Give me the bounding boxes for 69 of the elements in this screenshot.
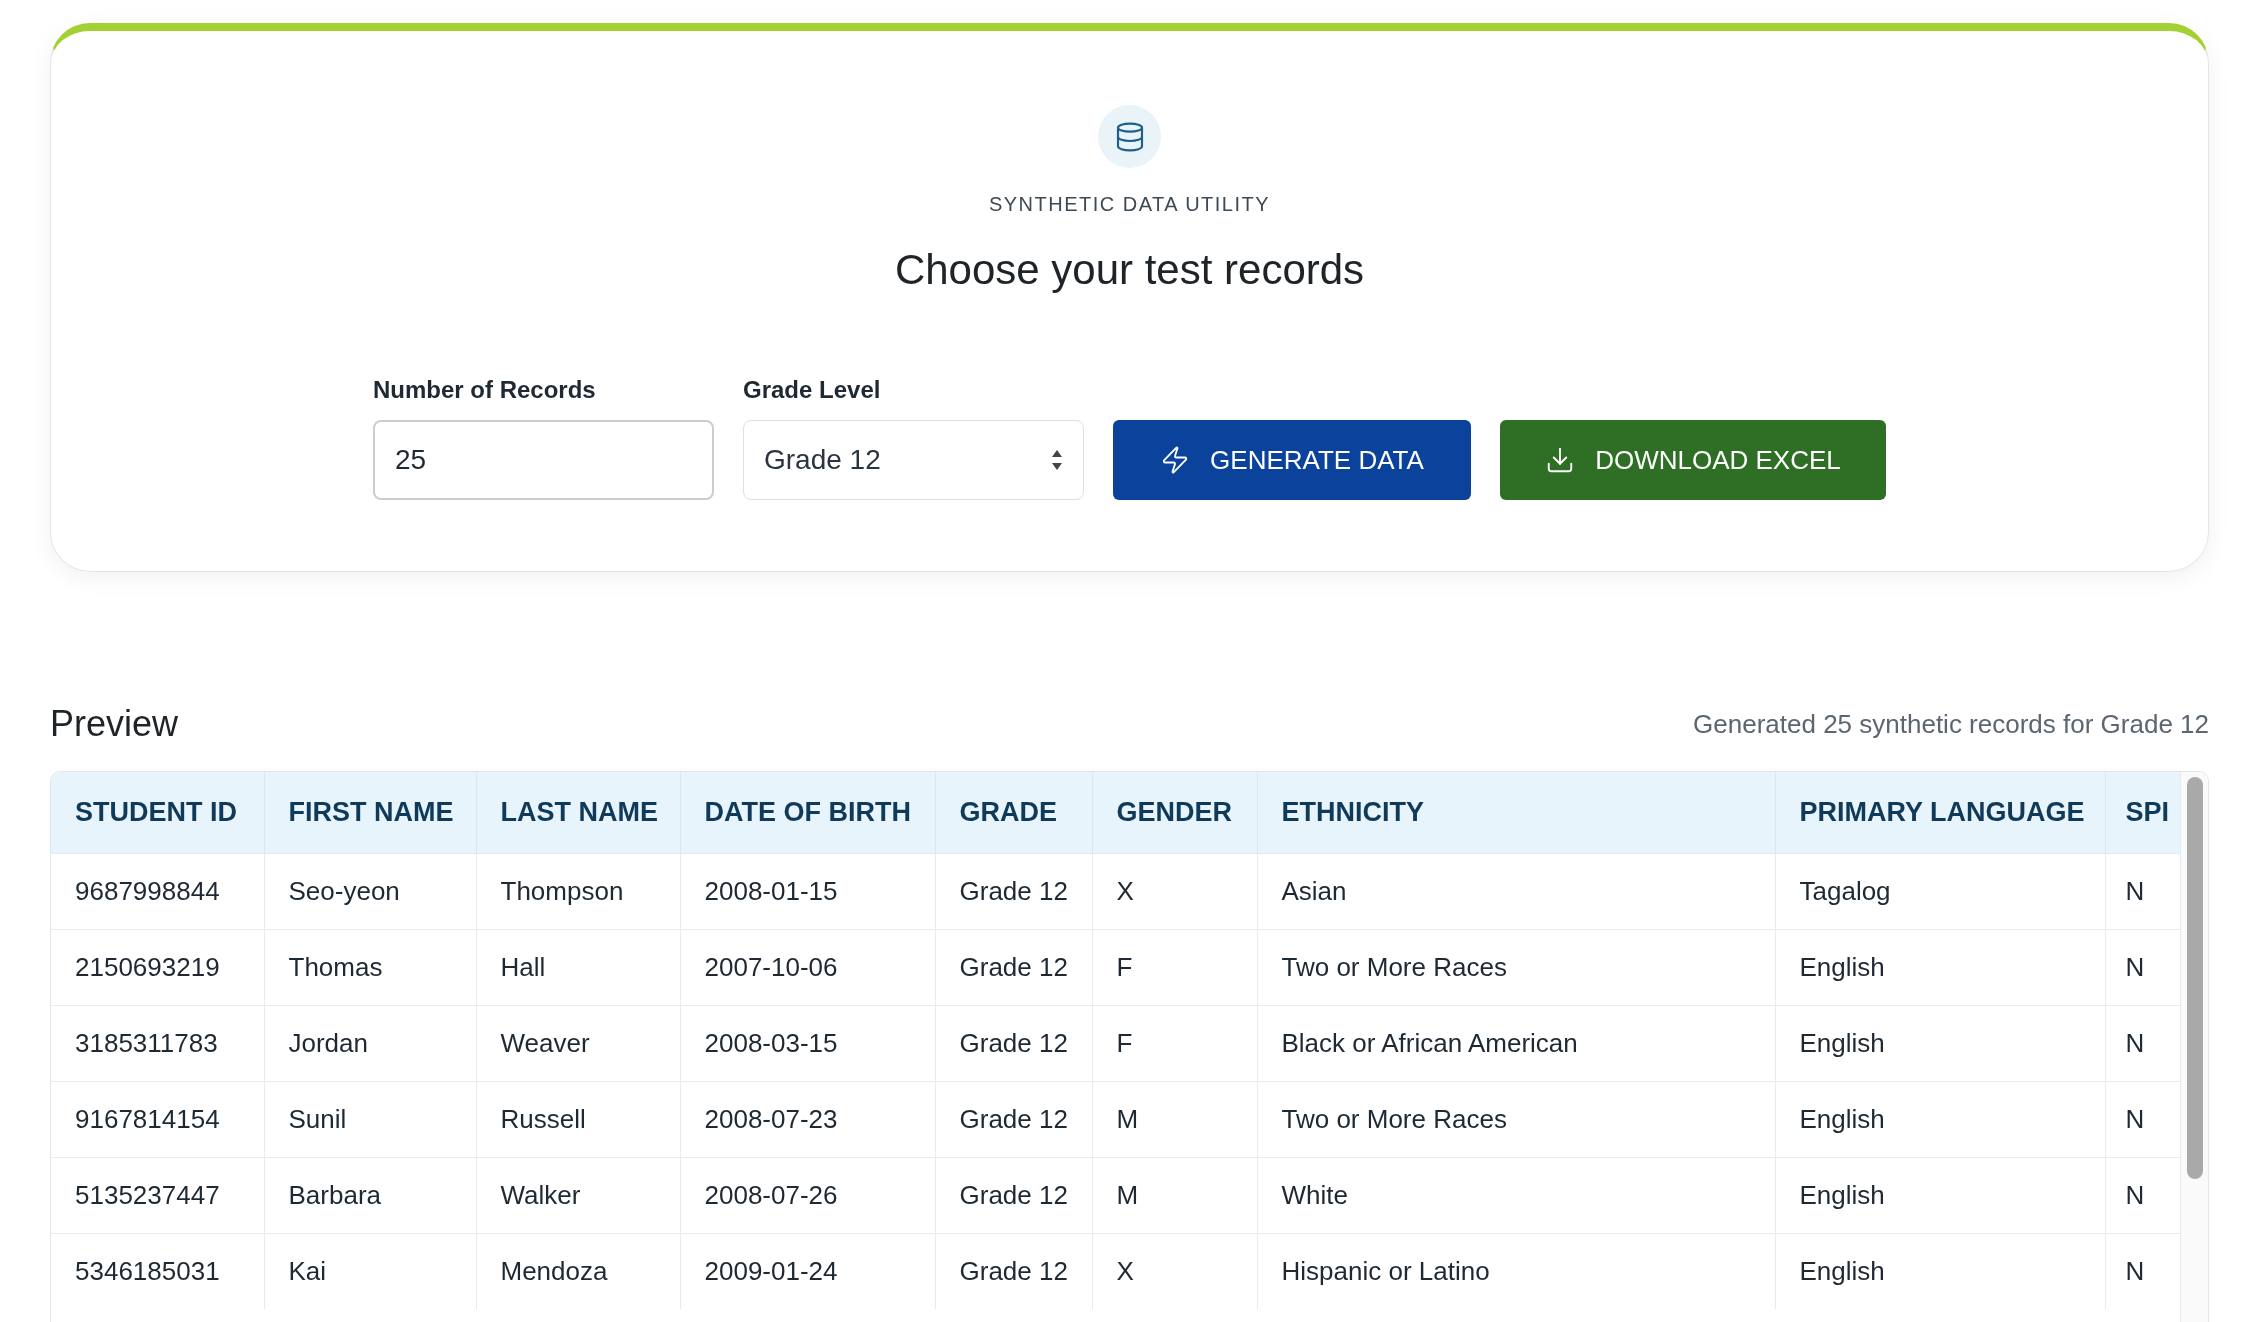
table-cell: M [1092,1157,1257,1233]
eyebrow-label: SYNTHETIC DATA UTILITY [988,192,1271,217]
table-cell: Two or More Races [1257,1081,1775,1157]
table-cell: Grade 12 [935,853,1092,929]
table-cell: F [1092,1005,1257,1081]
table-cell: X [1092,1233,1257,1309]
generate-data-button[interactable]: GENERATE DATA [1113,420,1471,500]
table-cell: 2150693219 [51,929,264,1005]
table-cell: 9167814154 [51,1081,264,1157]
table-cell: Seo-yeon [264,853,476,929]
column-header: SPI [2105,772,2180,853]
table-cell: 9687998844 [51,853,264,929]
grade-select[interactable]: Grade 12 [743,420,1084,500]
table-cell: 2008-01-15 [680,853,935,929]
table-cell: Barbara [264,1157,476,1233]
table-cell: Thompson [476,853,680,929]
download-excel-button[interactable]: DOWNLOAD EXCEL [1500,420,1886,500]
table-cell: English [1775,1081,2105,1157]
preview-heading: Preview [50,702,179,746]
table-cell: English [1775,929,2105,1005]
column-header: STUDENT ID [51,772,264,853]
scrollbar-thumb[interactable] [2186,777,2203,1179]
field-label: Number of Records [373,375,597,405]
summary-text: Generated 25 synthetic records for Grade 12 [1693,707,2209,741]
table-cell: Grade 12 [935,929,1092,1005]
page-title: Choose your test records [894,245,1365,295]
table-cell: Russell [476,1081,680,1157]
table-cell: 5135237447 [51,1157,264,1233]
table-cell: 2007-10-06 [680,929,935,1005]
table-cell: Grade 12 [935,1233,1092,1309]
column-header: GRADE [935,772,1092,853]
column-header: LAST NAME [476,772,680,853]
column-header: PRIMARY LANGUAGE [1775,772,2105,853]
table-cell: X [1092,853,1257,929]
table-cell: 3185311783 [51,1005,264,1081]
column-header: DATE OF BIRTH [680,772,935,853]
column-header: ETHNICITY [1257,772,1775,853]
column-header: FIRST NAME [264,772,476,853]
table-cell: Kai [264,1233,476,1309]
table-cell: F [1092,929,1257,1005]
table-cell: Hall [476,929,680,1005]
table-cell: White [1257,1157,1775,1233]
table-cell: 2008-07-23 [680,1081,935,1157]
table-cell: Sunil [264,1081,476,1157]
table-cell: 2008-03-15 [680,1005,935,1081]
table-cell: Thomas [264,929,476,1005]
table-cell: Mendoza [476,1233,680,1309]
table-cell: 2009-01-24 [680,1233,935,1309]
table-cell: Two or More Races [1257,929,1775,1005]
table-cell: M [1092,1081,1257,1157]
table-cell: Walker [476,1157,680,1233]
table-cell: Asian [1257,853,1775,929]
table-cell: English [1775,1005,2105,1081]
table-cell: 5346185031 [51,1233,264,1309]
table-cell: Grade 12 [935,1157,1092,1233]
sort-caret-icon [1051,449,1063,471]
table-cell: Weaver [476,1005,680,1081]
table-cell: 2008-07-26 [680,1157,935,1233]
records-input[interactable]: 25 [373,420,714,500]
table-cell: Black or African American [1257,1005,1775,1081]
table-cell: English [1775,1233,2105,1309]
table-cell: Grade 12 [935,1081,1092,1157]
table-cell: Grade 12 [935,1005,1092,1081]
table-cell: Tagalog [1775,853,2105,929]
column-header: GENDER [1092,772,1257,853]
table-cell: English [1775,1157,2105,1233]
table-cell: Jordan [264,1005,476,1081]
table-cell: Hispanic or Latino [1257,1233,1775,1309]
field-label: Grade Level [743,375,882,405]
